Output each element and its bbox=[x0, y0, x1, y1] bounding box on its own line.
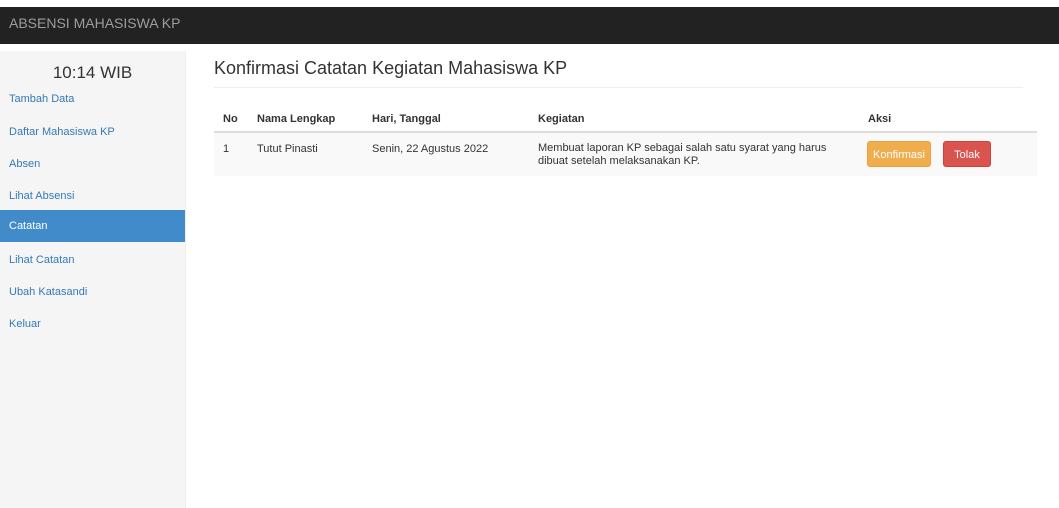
cell-kegiatan-line1: Membuat laporan KP sebagai salah satu sy… bbox=[538, 142, 827, 154]
sidebar-item-absen[interactable]: Absen bbox=[0, 153, 185, 185]
sidebar-item-lihat-catatan[interactable]: Lihat Catatan bbox=[0, 249, 185, 281]
sidebar-item-label: Tambah Data bbox=[9, 93, 75, 105]
column-header-no: No bbox=[223, 113, 238, 125]
sidebar-item-tambah-data[interactable]: Tambah Data bbox=[0, 89, 185, 121]
tolak-button[interactable]: Tolak bbox=[943, 141, 991, 167]
page: ABSENSI MAHASISWA KP 10:14 WIB Tambah Da… bbox=[0, 0, 1059, 508]
sidebar-item-label: Daftar Mahasiswa KP bbox=[9, 126, 115, 138]
cell-nama: Tutut Pinasti bbox=[257, 143, 318, 155]
brand-title[interactable]: ABSENSI MAHASISWA KP bbox=[9, 7, 180, 40]
sidebar-item-label: Lihat Absensi bbox=[9, 190, 75, 202]
sidebar-item-daftar-mahasiswa[interactable]: Daftar Mahasiswa KP bbox=[0, 121, 185, 153]
sidebar-item-keluar[interactable]: Keluar bbox=[0, 313, 185, 345]
column-header-kegiatan: Kegiatan bbox=[538, 113, 585, 125]
table-header: No Nama Lengkap Hari, Tanggal Kegiatan A… bbox=[214, 105, 1037, 133]
sidebar-item-ubah-katasandi[interactable]: Ubah Katasandi bbox=[0, 281, 185, 313]
cell-tanggal: Senin, 22 Agustus 2022 bbox=[372, 143, 489, 155]
column-header-tanggal: Hari, Tanggal bbox=[372, 113, 441, 125]
sidebar-item-label: Keluar bbox=[9, 318, 41, 330]
cell-no: 1 bbox=[223, 143, 230, 155]
sidebar-item-label: Catatan bbox=[9, 220, 48, 232]
sidebar: 10:14 WIB Tambah Data Daftar Mahasiswa K… bbox=[0, 51, 186, 508]
column-header-nama: Nama Lengkap bbox=[257, 113, 336, 125]
sidebar-item-catatan[interactable]: Catatan bbox=[0, 210, 185, 242]
sidebar-item-label: Lihat Catatan bbox=[9, 254, 75, 266]
column-header-aksi: Aksi bbox=[868, 113, 892, 125]
top-navbar: ABSENSI MAHASISWA KP bbox=[0, 7, 1059, 44]
cell-kegiatan-line2: dibuat setelah melaksanakan KP. bbox=[538, 155, 700, 167]
clock-display: 10:14 WIB bbox=[52, 63, 133, 82]
sidebar-item-label: Absen bbox=[9, 158, 41, 170]
page-title: Konfirmasi Catatan Kegiatan Mahasiswa KP bbox=[214, 58, 568, 78]
table-row: 1 Tutut Pinasti Senin, 22 Agustus 2022 M… bbox=[214, 133, 1037, 176]
sidebar-item-label: Ubah Katasandi bbox=[9, 286, 88, 298]
konfirmasi-button[interactable]: Konfirmasi bbox=[867, 141, 931, 167]
title-divider bbox=[214, 87, 1023, 88]
